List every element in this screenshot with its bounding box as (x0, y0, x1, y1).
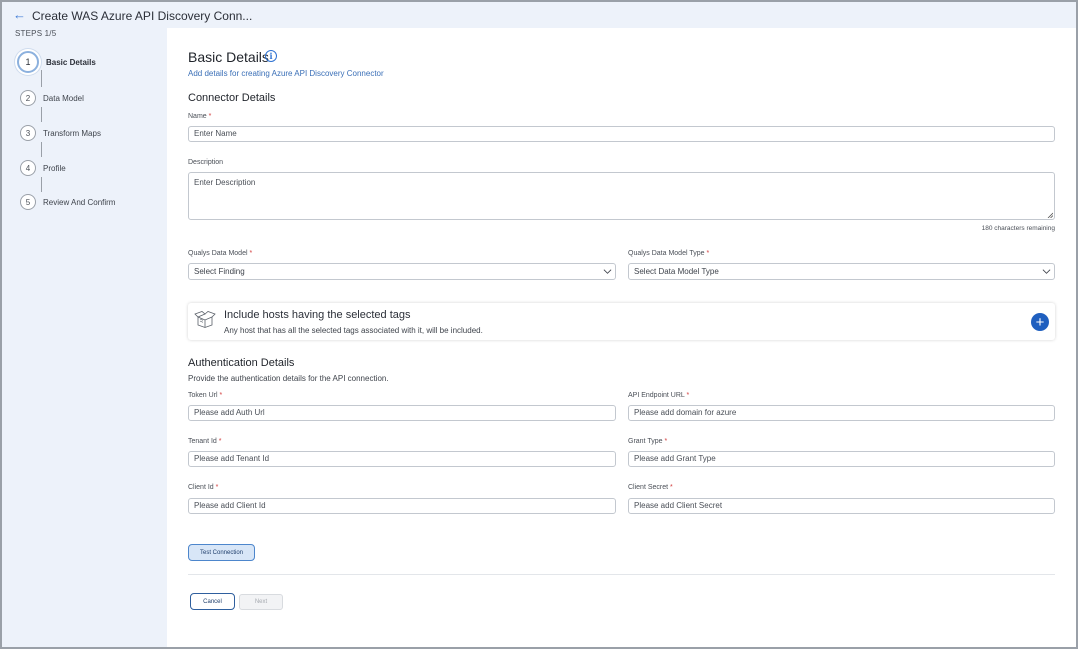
name-input[interactable]: Enter Name (188, 126, 1055, 142)
test-connection-button[interactable]: Test Connection (188, 544, 255, 561)
client-id-label: Client Id * (188, 484, 219, 491)
step-connector (41, 107, 42, 122)
steps-counter: STEPS 1/5 (15, 29, 57, 38)
step-transform-maps[interactable]: 3 Transform Maps (16, 123, 166, 143)
step-connector (41, 70, 42, 87)
step-number: 2 (20, 90, 36, 106)
main-panel: Basic Details i Add details for creating… (167, 28, 1076, 647)
step-number: 1 (17, 51, 39, 73)
include-tags-card: Include hosts having the selected tags A… (188, 303, 1055, 340)
token-url-label: Token Url * (188, 392, 223, 399)
step-profile[interactable]: 4 Profile (16, 158, 166, 178)
step-connector (41, 142, 42, 157)
data-model-type-label: Qualys Data Model Type * (628, 250, 710, 257)
open-box-icon (194, 311, 216, 328)
cancel-button[interactable]: Cancel (190, 593, 235, 610)
client-secret-input[interactable]: Please add Client Secret (628, 498, 1055, 514)
next-button[interactable]: Next (239, 594, 283, 610)
client-id-input[interactable]: Please add Client Id (188, 498, 616, 514)
info-icon[interactable]: i (265, 50, 277, 62)
data-model-select[interactable]: Select Finding (188, 263, 616, 280)
step-label: Data Model (43, 93, 84, 103)
data-model-type-value: Select Data Model Type (634, 267, 719, 276)
step-basic-details[interactable]: 1 Basic Details (16, 51, 166, 73)
step-label: Profile (43, 163, 66, 173)
app-window: ← Create WAS Azure API Discovery Conn...… (0, 0, 1078, 649)
include-tags-description: Any host that has all the selected tags … (224, 326, 483, 335)
client-secret-label: Client Secret * (628, 484, 673, 491)
add-tags-button[interactable]: + (1031, 313, 1049, 331)
grant-type-input[interactable]: Please add Grant Type (628, 451, 1055, 467)
data-model-label: Qualys Data Model * (188, 250, 253, 257)
api-endpoint-label: API Endpoint URL * (628, 392, 690, 399)
step-connector (41, 177, 42, 192)
step-label: Review And Confirm (43, 197, 116, 207)
top-bar: ← Create WAS Azure API Discovery Conn... (2, 2, 1076, 28)
grant-type-label: Grant Type * (628, 438, 668, 445)
include-tags-title: Include hosts having the selected tags (224, 309, 411, 321)
description-placeholder: Enter Description (194, 178, 256, 187)
chevron-down-icon (1042, 269, 1051, 274)
section-subtitle: Add details for creating Azure API Disco… (188, 69, 384, 78)
data-model-value: Select Finding (194, 267, 245, 276)
resize-handle-icon[interactable] (1047, 212, 1053, 218)
arrow-left-icon[interactable]: ← (13, 7, 26, 23)
name-label: Name * (188, 113, 212, 120)
api-endpoint-input[interactable]: Please add domain for azure (628, 405, 1055, 421)
step-number: 4 (20, 160, 36, 176)
footer-divider (188, 574, 1055, 575)
plus-icon: + (1035, 313, 1045, 331)
tenant-id-input[interactable]: Please add Tenant Id (188, 451, 616, 467)
character-counter: 180 characters remaining (981, 225, 1055, 232)
step-label: Transform Maps (43, 128, 101, 138)
authentication-details-subtitle: Provide the authentication details for t… (188, 374, 389, 383)
authentication-details-heading: Authentication Details (188, 357, 295, 369)
data-model-type-select[interactable]: Select Data Model Type (628, 263, 1055, 280)
step-data-model[interactable]: 2 Data Model (16, 88, 166, 108)
step-review-and-confirm[interactable]: 5 Review And Confirm (16, 192, 166, 212)
step-number: 5 (20, 194, 36, 210)
section-title: Basic Details (188, 49, 269, 65)
step-number: 3 (20, 125, 36, 141)
description-label: Description (188, 159, 224, 166)
chevron-down-icon (603, 269, 612, 274)
description-textarea[interactable]: Enter Description (188, 172, 1055, 220)
page-title: Create WAS Azure API Discovery Conn... (32, 9, 253, 23)
step-label: Basic Details (46, 57, 96, 67)
connector-details-heading: Connector Details (188, 92, 276, 104)
tenant-id-label: Tenant Id * (188, 438, 222, 445)
token-url-input[interactable]: Please add Auth Url (188, 405, 616, 421)
